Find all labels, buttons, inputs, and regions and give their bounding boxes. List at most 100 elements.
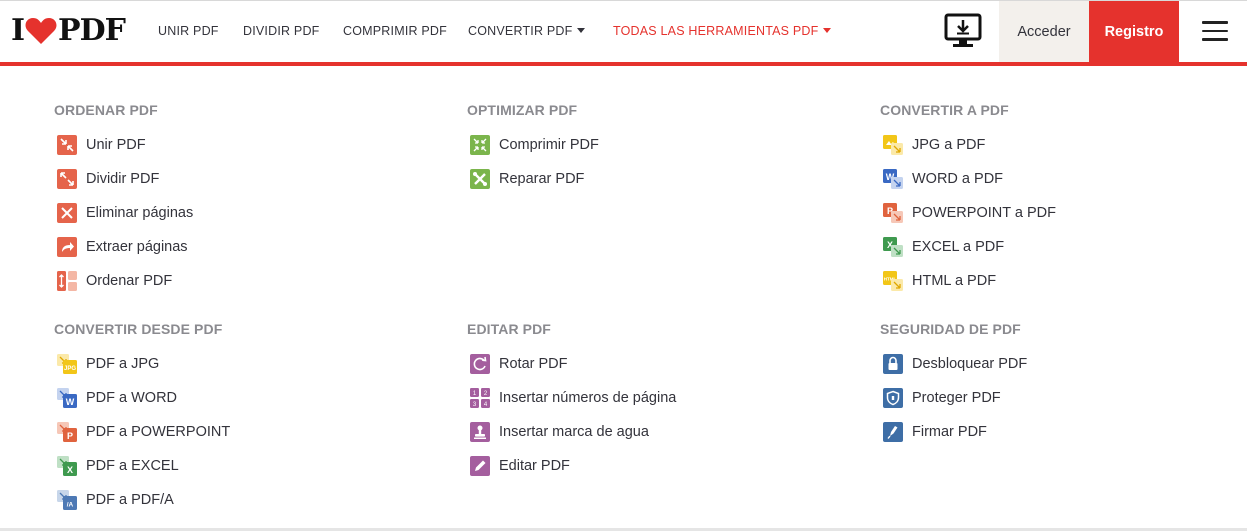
section-title-edit: EDITAR PDF xyxy=(467,321,551,337)
menu-item-label: Rotar PDF xyxy=(499,356,568,372)
menu-item-pdf-to-excel[interactable]: X PDF a EXCEL xyxy=(57,455,179,477)
hamburger-menu-icon[interactable] xyxy=(1202,21,1228,41)
rotate-icon xyxy=(470,354,490,374)
remove-pages-icon xyxy=(57,203,77,223)
caret-down-icon xyxy=(823,27,832,33)
section-title-convert-to: CONVERTIR A PDF xyxy=(880,102,1009,118)
menu-item-organize-pdf[interactable]: Ordenar PDF xyxy=(57,270,172,292)
menu-item-label: Firmar PDF xyxy=(912,424,987,440)
menu-item-edit-pdf[interactable]: Editar PDF xyxy=(470,455,570,477)
menu-item-label: Proteger PDF xyxy=(912,390,1001,406)
menu-item-label: Editar PDF xyxy=(499,458,570,474)
section-title-optimize: OPTIMIZAR PDF xyxy=(467,102,578,118)
svg-text:P: P xyxy=(67,431,73,441)
menu-item-label: Desbloquear PDF xyxy=(912,356,1028,372)
nav-merge-pdf-label: UNIR PDF xyxy=(158,24,219,38)
menu-item-label: PDF a JPG xyxy=(86,356,160,372)
menu-item-watermark[interactable]: Insertar marca de agua xyxy=(470,421,649,443)
split-icon xyxy=(57,169,77,189)
menu-item-protect-pdf[interactable]: Proteger PDF xyxy=(883,387,1001,409)
menu-item-label: Insertar marca de agua xyxy=(499,424,649,440)
menu-item-unlock-pdf[interactable]: Desbloquear PDF xyxy=(883,353,1027,375)
compress-icon xyxy=(470,135,490,155)
menu-item-label: Extraer páginas xyxy=(86,239,188,255)
menu-item-label: POWERPOINT a PDF xyxy=(912,205,1056,221)
logo-text-pdf: PDF xyxy=(58,13,126,48)
top-navigation-bar: I PDF UNIR PDF DIVIDIR PDF COMPRIMIR PDF… xyxy=(0,0,1247,66)
ilovepdf-logo[interactable]: I PDF xyxy=(11,13,126,48)
menu-item-label: Dividir PDF xyxy=(86,171,160,187)
menu-item-pdf-to-jpg[interactable]: JPG PDF a JPG xyxy=(57,353,159,375)
pdf-to-powerpoint-icon: P xyxy=(57,422,77,442)
nav-compress-pdf[interactable]: COMPRIMIR PDF xyxy=(343,0,447,62)
section-title-organize: ORDENAR PDF xyxy=(54,102,158,118)
pdf-to-word-icon: W xyxy=(57,388,77,408)
menu-item-pdf-to-word[interactable]: W PDF a WORD xyxy=(57,387,177,409)
logo-letter-i: I xyxy=(11,13,25,48)
menu-item-label: PDF a POWERPOINT xyxy=(86,424,231,440)
watermark-icon xyxy=(470,422,490,442)
svg-text:W: W xyxy=(66,397,75,407)
menu-item-split-pdf[interactable]: Dividir PDF xyxy=(57,168,159,190)
sign-icon xyxy=(883,422,903,442)
heart-icon xyxy=(25,18,57,44)
menu-item-label: Reparar PDF xyxy=(499,171,585,187)
section-title-convert-from: CONVERTIR DESDE PDF xyxy=(54,321,223,337)
extract-pages-icon xyxy=(57,237,77,257)
menu-item-label: Unir PDF xyxy=(86,137,146,153)
powerpoint-to-pdf-icon: P xyxy=(883,203,903,223)
menu-item-jpg-to-pdf[interactable]: JPG a PDF xyxy=(883,134,985,156)
svg-text:/A: /A xyxy=(67,502,74,509)
menu-item-label: Eliminar páginas xyxy=(86,205,194,221)
menu-item-label: Ordenar PDF xyxy=(86,273,173,289)
pdf-to-jpg-icon: JPG xyxy=(57,354,77,374)
unlock-icon xyxy=(883,354,903,374)
menu-item-excel-to-pdf[interactable]: X EXCEL a PDF xyxy=(883,236,1004,258)
nav-compress-pdf-label: COMPRIMIR PDF xyxy=(343,24,447,38)
menu-item-rotate-pdf[interactable]: Rotar PDF xyxy=(470,353,568,375)
caret-down-icon xyxy=(577,27,586,33)
protect-icon xyxy=(883,388,903,408)
repair-icon xyxy=(470,169,490,189)
excel-to-pdf-icon: X xyxy=(883,237,903,257)
menu-item-page-numbers[interactable]: 1234 Insertar números de página xyxy=(470,387,676,409)
nav-split-pdf-label: DIVIDIR PDF xyxy=(243,24,320,38)
nav-split-pdf[interactable]: DIVIDIR PDF xyxy=(243,0,320,62)
menu-item-merge-pdf[interactable]: Unir PDF xyxy=(57,134,146,156)
pdf-to-excel-icon: X xyxy=(57,456,77,476)
login-button[interactable]: Acceder xyxy=(999,1,1089,62)
menu-item-label: Insertar números de página xyxy=(499,390,677,406)
nav-convert-pdf-dropdown[interactable]: CONVERTIR PDF xyxy=(468,0,586,62)
organize-icon xyxy=(57,271,77,291)
menu-item-label: PDF a WORD xyxy=(86,390,178,406)
edit-icon xyxy=(470,456,490,476)
menu-item-remove-pages[interactable]: Eliminar páginas xyxy=(57,202,193,224)
register-button[interactable]: Registro xyxy=(1089,1,1179,62)
menu-item-powerpoint-to-pdf[interactable]: P POWERPOINT a PDF xyxy=(883,202,1056,224)
menu-item-word-to-pdf[interactable]: W WORD a PDF xyxy=(883,168,1003,190)
page-numbers-icon: 1234 xyxy=(470,388,490,408)
nav-convert-pdf-label: CONVERTIR PDF xyxy=(468,24,573,38)
nav-merge-pdf[interactable]: UNIR PDF xyxy=(158,0,219,62)
menu-item-label: JPG a PDF xyxy=(912,137,986,153)
menu-item-label: WORD a PDF xyxy=(912,171,1004,187)
menu-item-label: Comprimir PDF xyxy=(499,137,599,153)
nav-all-tools-label: TODAS LAS HERRAMIENTAS PDF xyxy=(613,24,819,38)
menu-item-compress-pdf[interactable]: Comprimir PDF xyxy=(470,134,599,156)
menu-item-repair-pdf[interactable]: Reparar PDF xyxy=(470,168,584,190)
html-to-pdf-icon: HTML xyxy=(883,271,903,291)
nav-all-tools-dropdown[interactable]: TODAS LAS HERRAMIENTAS PDF xyxy=(613,0,832,62)
svg-text:JPG: JPG xyxy=(64,366,76,372)
section-title-security: SEGURIDAD DE PDF xyxy=(880,321,1021,337)
menu-item-pdf-to-powerpoint[interactable]: P PDF a POWERPOINT xyxy=(57,421,230,443)
menu-item-label: HTML a PDF xyxy=(912,273,997,289)
menu-item-sign-pdf[interactable]: Firmar PDF xyxy=(883,421,987,443)
menu-item-label: PDF a EXCEL xyxy=(86,458,179,474)
menu-item-pdf-to-pdfa[interactable]: /A PDF a PDF/A xyxy=(57,489,174,511)
pdf-to-pdfa-icon: /A xyxy=(57,490,77,510)
desktop-download-icon[interactable] xyxy=(944,13,982,49)
menu-item-html-to-pdf[interactable]: HTML HTML a PDF xyxy=(883,270,996,292)
menu-item-extract-pages[interactable]: Extraer páginas xyxy=(57,236,188,258)
menu-item-label: PDF a PDF/A xyxy=(86,492,174,508)
merge-icon xyxy=(57,135,77,155)
